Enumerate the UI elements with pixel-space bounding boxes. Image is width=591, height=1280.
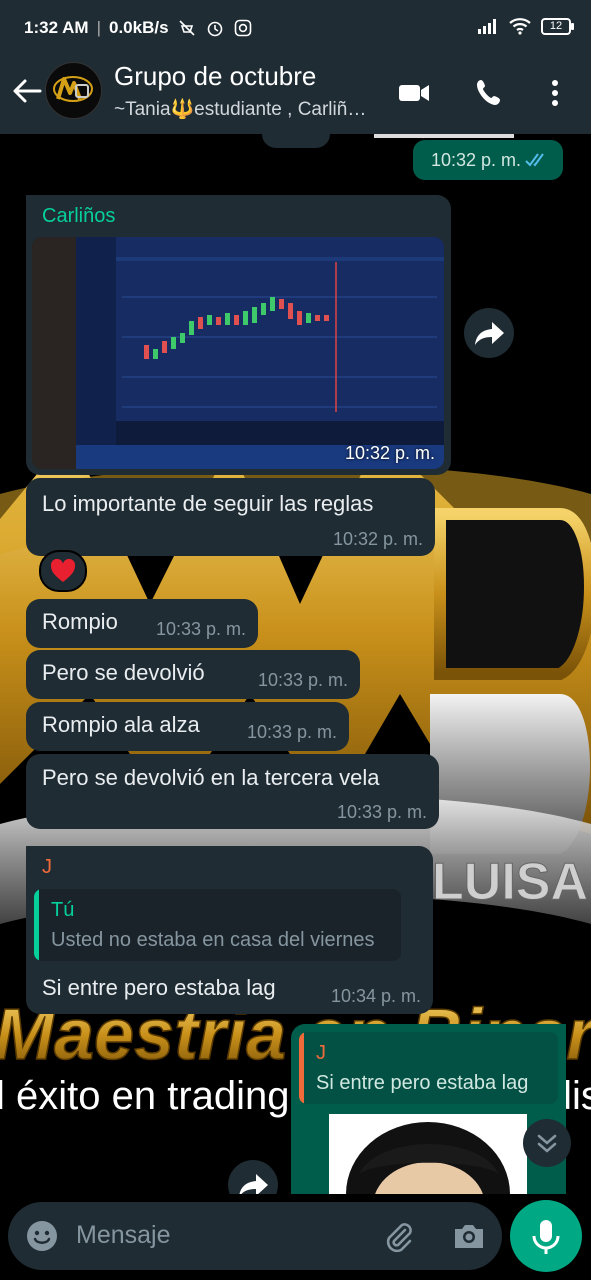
reply-message[interactable]: J Tú Usted no estaba en casa del viernes… <box>26 846 433 1014</box>
message-text: Si entre pero estaba lag <box>42 975 276 1000</box>
quote-author: J <box>316 1042 326 1064</box>
quote-text: Usted no estaba en casa del viernes <box>51 929 375 951</box>
message-bubble[interactable]: Pero se devolvió 10:33 p. m. <box>26 650 360 699</box>
person-photo <box>346 1122 510 1194</box>
read-receipt-icon <box>525 153 544 167</box>
back-arrow-icon[interactable] <box>10 74 44 108</box>
message-text: Lo importante de seguir las reglas <box>42 491 374 516</box>
message-time: 10:33 p. m. <box>257 670 348 690</box>
chat-area[interactable]: LUISA Maestria en Binarias l éxito en tr… <box>0 134 591 1194</box>
sender-name: Carliños <box>42 205 116 227</box>
status-left: 1:32 AM | 0.0kB/s <box>24 18 253 38</box>
battery-indicator: 12 <box>541 17 574 35</box>
message-time: 10:32 p. m. <box>344 443 435 463</box>
message-time: 10:32 p. m. <box>430 150 521 170</box>
message-time: 10:33 p. m. <box>336 802 427 822</box>
message-bubble[interactable]: Lo importante de seguir las reglas 10:32… <box>26 478 435 556</box>
message-time: 10:33 p. m. <box>155 619 246 639</box>
emoji-icon[interactable] <box>26 1220 58 1252</box>
trading-chart-photo <box>32 237 444 469</box>
image-message[interactable]: Carliños 10:32 p. m. <box>26 195 451 475</box>
message-text: Pero se devolvió en la tercera vela <box>42 765 380 790</box>
message-text: Pero se devolvió <box>42 660 205 685</box>
network-speed: 0.0kB/s <box>108 18 169 37</box>
partial-image-top[interactable] <box>374 134 514 138</box>
forward-arrow-icon <box>475 322 504 345</box>
message-composer: Mensaje <box>8 1202 502 1270</box>
double-chevron-down-icon <box>537 1134 557 1153</box>
status-bar: 1:32 AM | 0.0kB/s 12 <box>0 0 591 58</box>
quote-accent-bar <box>299 1032 304 1104</box>
mute-icon <box>178 20 195 36</box>
message-time: 10:34 p. m. <box>330 986 421 1006</box>
camera-icon[interactable] <box>452 1220 486 1252</box>
signal-icon <box>478 19 496 34</box>
message-input[interactable]: Mensaje <box>76 1221 171 1250</box>
partial-message-top[interactable] <box>262 134 330 148</box>
message-time: 10:33 p. m. <box>246 722 337 742</box>
quoted-message[interactable]: J Si entre pero estaba lag <box>299 1032 558 1104</box>
group-avatar[interactable] <box>45 62 102 119</box>
quote-author: Tú <box>51 899 75 921</box>
message-bubble[interactable]: Rompio ala alza 10:33 p. m. <box>26 702 349 751</box>
message-time: 10:32 p. m. <box>332 529 423 549</box>
microphone-icon <box>532 1220 560 1254</box>
voice-call-icon[interactable] <box>474 76 506 110</box>
more-options-icon[interactable] <box>545 76 565 110</box>
outgoing-reply-message[interactable]: J Si entre pero estaba lag <box>291 1024 566 1194</box>
forward-button[interactable] <box>464 308 514 358</box>
shared-sticker-image[interactable] <box>329 1114 527 1194</box>
outgoing-message[interactable]: 10:32 p. m. <box>413 140 563 180</box>
video-call-icon[interactable] <box>397 76 431 110</box>
status-time: 1:32 AM <box>24 18 89 37</box>
shared-image[interactable] <box>32 237 444 469</box>
forward-button[interactable] <box>228 1160 278 1194</box>
sender-name: J <box>42 856 52 878</box>
quoted-message[interactable]: Tú Usted no estaba en casa del viernes <box>34 889 401 961</box>
message-text: Rompio <box>42 609 118 634</box>
group-title[interactable]: Grupo de octubre <box>114 61 316 92</box>
wifi-icon <box>509 18 531 35</box>
chat-header: Grupo de octubre ~Tania🔱estudiante , Car… <box>0 58 591 134</box>
message-text: Rompio ala alza <box>42 712 200 737</box>
message-bubble[interactable]: Rompio 10:33 p. m. <box>26 599 258 648</box>
group-members[interactable]: ~Tania🔱estudiante , Carliñ… <box>114 97 379 121</box>
voice-record-button[interactable] <box>510 1200 582 1272</box>
scroll-to-bottom-button[interactable] <box>523 1119 571 1167</box>
forward-arrow-icon <box>239 1174 268 1194</box>
quote-text: Si entre pero estaba lag <box>316 1072 529 1094</box>
message-bubble[interactable]: Pero se devolvió en la tercera vela 10:3… <box>26 754 439 829</box>
wallpaper-tag: LUISA <box>432 853 588 911</box>
alarm-icon <box>207 21 222 37</box>
attach-icon[interactable] <box>382 1219 416 1253</box>
status-right: 12 <box>477 17 574 35</box>
heart-reaction-icon <box>50 558 76 582</box>
reaction-badge[interactable] <box>39 550 87 592</box>
group-logo-icon <box>53 76 93 102</box>
quote-accent-bar <box>34 889 39 961</box>
instagram-icon <box>234 19 251 37</box>
